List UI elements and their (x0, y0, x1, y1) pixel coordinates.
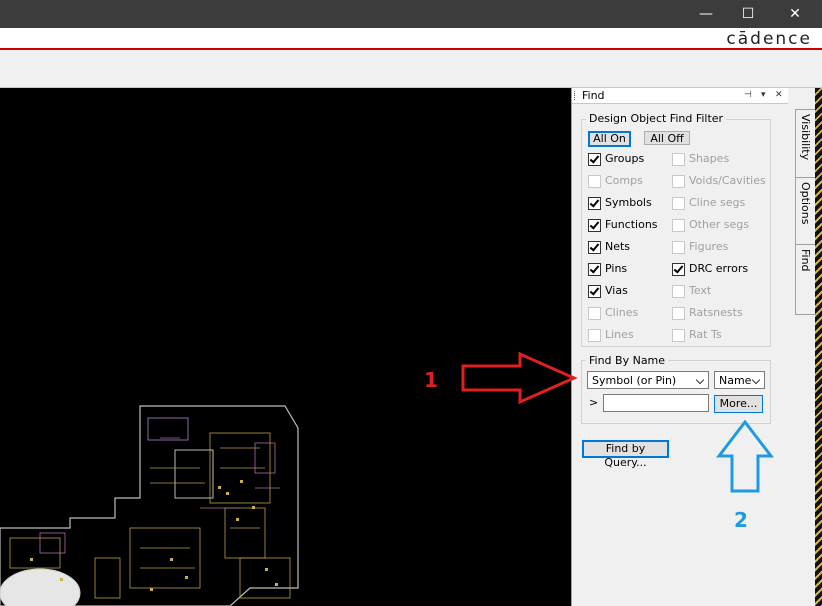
tab-options[interactable]: Options (796, 178, 815, 245)
checkbox-box (672, 153, 685, 166)
close-icon[interactable]: ✕ (775, 0, 815, 28)
dropdown-arrow-icon[interactable]: ▾ (761, 88, 766, 103)
checkbox-label: Rat Ts (689, 328, 722, 341)
checkbox-label: Shapes (689, 152, 730, 165)
app-header (0, 28, 822, 50)
pin-icon[interactable]: ⊣ (744, 88, 752, 103)
checkbox-label: Text (689, 284, 712, 297)
checkbox-label: Functions (605, 218, 658, 231)
side-tab-strip: Visibility Options Find (795, 109, 816, 315)
checkbox-box (672, 263, 685, 276)
checkmark-icon (589, 241, 600, 252)
checkmark-icon (589, 219, 600, 230)
name-input[interactable] (603, 394, 709, 412)
checkbox-label: DRC errors (689, 262, 749, 275)
checkbox-label: Ratsnests (689, 306, 743, 319)
drag-grip-icon[interactable] (574, 91, 577, 100)
object-type-dropdown[interactable]: Symbol (or Pin) (587, 371, 709, 389)
all-off-button[interactable]: All Off (644, 131, 690, 145)
all-on-button[interactable]: All On (588, 131, 631, 147)
checkmark-icon (673, 263, 684, 274)
checkbox-label: Other segs (689, 218, 749, 231)
checkbox-box (588, 175, 601, 188)
checkbox-box (588, 285, 601, 298)
checkbox-box (672, 197, 685, 210)
checkmark-icon (589, 197, 600, 208)
checkbox-label: Figures (689, 240, 729, 253)
checkbox-label: Cline segs (689, 196, 746, 209)
checkbox-label: Nets (605, 240, 631, 253)
checkbox-label: Clines (605, 306, 639, 319)
checkbox-label: Comps (605, 174, 643, 187)
more-button[interactable]: More... (714, 395, 763, 413)
find-filter-legend: Design Object Find Filter (586, 112, 727, 125)
checkmark-icon (589, 263, 600, 274)
name-prompt: > (589, 396, 599, 409)
checkbox-box (672, 175, 685, 188)
checkmark-icon (589, 153, 600, 164)
checkbox-label: Voids/Cavities (689, 174, 766, 187)
checkbox-box (672, 307, 685, 320)
checkbox-box (588, 263, 601, 276)
panel-close-icon[interactable]: ✕ (775, 88, 783, 103)
tab-visibility[interactable]: Visibility (796, 110, 815, 178)
minimize-icon[interactable]: — (686, 0, 726, 28)
find-by-name-legend: Find By Name (586, 354, 669, 367)
toolbar-area (0, 50, 822, 88)
checkbox-box (588, 197, 601, 210)
red-arrow-annotation (461, 351, 578, 405)
checkbox-box (588, 219, 601, 232)
checkbox-label: Lines (605, 328, 634, 341)
checkbox-label: Symbols (605, 196, 652, 209)
edge-scroll-strip (815, 88, 822, 606)
chevron-down-icon (695, 375, 705, 385)
design-canvas[interactable] (0, 88, 572, 606)
match-mode-dropdown[interactable]: Name (714, 371, 765, 389)
annotation-label-2: 2 (734, 508, 748, 532)
cadence-logo: cādence (726, 29, 812, 49)
annotation-label-1: 1 (424, 368, 438, 392)
find-by-query-button[interactable]: Find by Query... (582, 440, 669, 469)
checkbox-label: Pins (605, 262, 628, 275)
checkbox-box (588, 241, 601, 254)
match-mode-value: Name (719, 374, 752, 387)
checkbox-label: Vias (605, 284, 628, 297)
checkbox-box (588, 153, 601, 166)
checkbox-box (588, 307, 601, 320)
object-type-value: Symbol (or Pin) (592, 374, 677, 387)
find-panel-title-bar: Find ⊣ ▾ ✕ (572, 88, 788, 104)
blue-arrow-annotation (715, 419, 775, 493)
window-title-bar: — ☐ ✕ (0, 0, 822, 28)
find-by-name-group (581, 360, 771, 424)
checkbox-box (672, 241, 685, 254)
checkbox-box (588, 329, 601, 342)
pcb-board-drawing (0, 405, 299, 606)
checkbox-box (672, 329, 685, 342)
checkbox-box (672, 219, 685, 232)
tab-find[interactable]: Find (796, 245, 815, 313)
find-panel-title: Find (582, 89, 605, 102)
checkmark-icon (589, 285, 600, 296)
checkbox-box (672, 285, 685, 298)
find-panel: Find ⊣ ▾ ✕ Design Object Find Filter All… (571, 88, 788, 606)
chevron-down-icon (751, 375, 761, 385)
maximize-icon[interactable]: ☐ (728, 0, 768, 28)
checkbox-label: Groups (605, 152, 645, 165)
